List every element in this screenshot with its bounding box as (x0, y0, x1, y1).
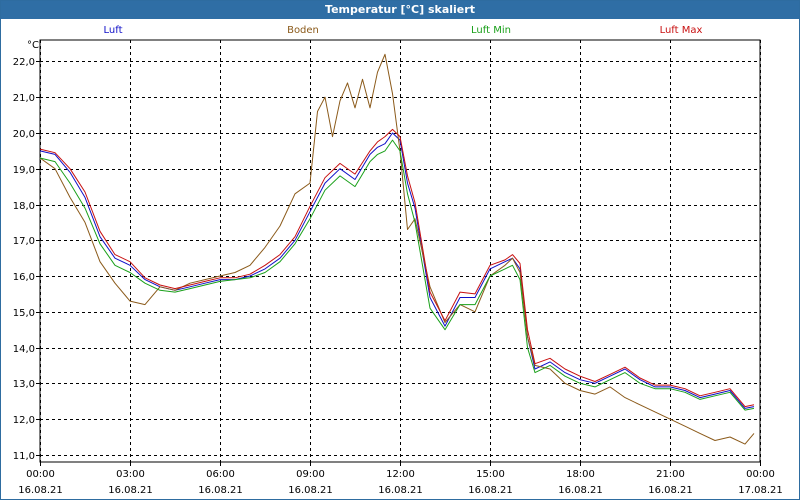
x-tick-label-date: 16.08.21 (558, 485, 603, 496)
y-tick-label: 15,0 (13, 308, 35, 319)
x-tick-label-date: 17.08.21 (738, 485, 783, 496)
x-tick-label-time: 09:00 (296, 469, 325, 480)
y-tick-label: 14,0 (13, 344, 35, 355)
x-tick-label-time: 03:00 (116, 469, 145, 480)
y-tick-label: 19,0 (13, 165, 35, 176)
x-tick-label-date: 16.08.21 (198, 485, 243, 496)
x-tick-label-time: 15:00 (476, 469, 505, 480)
x-tick-label-time: 12:00 (386, 469, 415, 480)
legend-entry-boden: Boden (287, 25, 319, 36)
legend-entry-luft-max: Luft Max (660, 25, 703, 36)
y-tick-label: 18,0 (13, 201, 35, 212)
y-tick-label: 17,0 (13, 236, 35, 247)
series-line-luft-min (39, 139, 755, 411)
legend-entry-luft: Luft (104, 25, 123, 36)
y-tick-label: 21,0 (13, 93, 35, 104)
x-tick-label-time: 21:00 (656, 469, 685, 480)
axes: 11,0 12,0 13,0 14,0 15,0 16,0 17,0 18,0 19,0 20,0… (13, 40, 783, 496)
y-tick-label: 12,0 (13, 415, 35, 426)
x-tick-label-time: 00:00 (26, 469, 55, 480)
y-axis-unit: °C (27, 40, 39, 51)
x-tick-label-date: 16.08.21 (288, 485, 333, 496)
grid (39, 39, 761, 463)
x-tick-label-time: 18:00 (566, 469, 595, 480)
x-tick-label-time: 00:00 (746, 469, 775, 480)
y-tick-label: 11,0 (13, 451, 35, 462)
series-line-luft (39, 132, 755, 409)
y-tick-label: 22,0 (13, 57, 35, 68)
x-tick-label-time: 06:00 (206, 469, 235, 480)
legend: Luft Boden Luft Min Luft Max (104, 25, 703, 36)
series-lines (39, 53, 755, 445)
x-tick-label-date: 16.08.21 (378, 485, 423, 496)
temperature-chart: 11,0 12,0 13,0 14,0 15,0 16,0 17,0 18,0 19,0 20,0… (13, 25, 783, 496)
y-tick-label: 20,0 (13, 129, 35, 140)
legend-entry-luft-min: Luft Min (471, 25, 511, 36)
x-tick-label-date: 16.08.21 (468, 485, 513, 496)
x-tick-label-date: 16.08.21 (108, 485, 153, 496)
y-tick-label: 16,0 (13, 272, 35, 283)
series-line-luft-max (39, 128, 755, 408)
y-tick-label: 13,0 (13, 379, 35, 390)
x-tick-label-date: 16.08.21 (18, 485, 63, 496)
x-tick-label-date: 16.08.21 (648, 485, 693, 496)
